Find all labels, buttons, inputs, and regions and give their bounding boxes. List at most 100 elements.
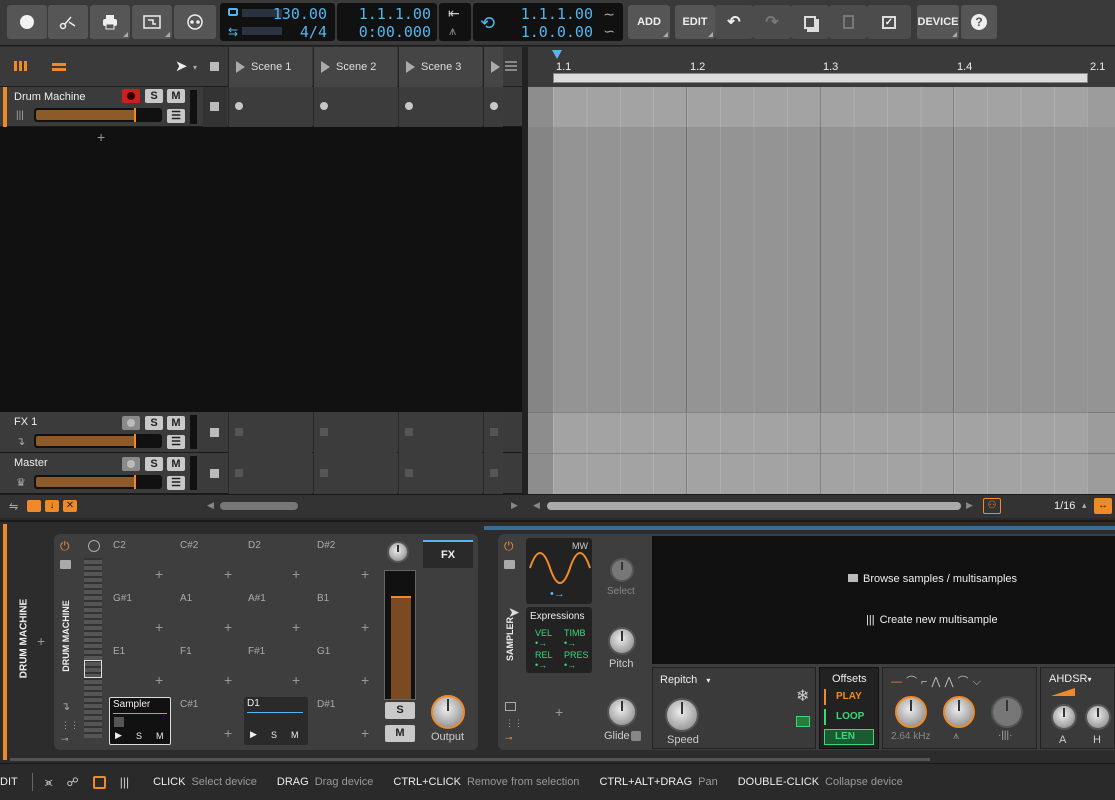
pad-g1[interactable]: G1	[317, 646, 330, 657]
ahdsr-dropdown[interactable]: AHDSR▾	[1049, 673, 1092, 685]
pad-cs1[interactable]: C#1	[180, 699, 198, 710]
layout-icon[interactable]: ⇋	[9, 500, 18, 513]
help-button[interactable]: ?	[961, 5, 997, 39]
power-icon[interactable]: ⏻	[60, 539, 70, 554]
pad-d2[interactable]: D2	[248, 540, 261, 551]
pad-mute[interactable]: M	[291, 730, 299, 740]
device-button[interactable]: DEVICE	[917, 5, 959, 39]
repitch-panel[interactable]: Repitch ▾ Speed ❄	[652, 667, 816, 749]
power-icon[interactable]: ⏻	[504, 539, 514, 554]
scene-1[interactable]: Scene 1	[228, 47, 312, 87]
filter-panel[interactable]: —⌒⌐⋀⋀⌒⌵ 2.64 kHz ⩚ ·|||·	[882, 667, 1037, 749]
volume-fader[interactable]	[34, 108, 162, 122]
lfo-panel[interactable]: MW •→	[526, 538, 592, 604]
stop-button[interactable]	[210, 469, 219, 478]
copy-button[interactable]	[791, 5, 829, 39]
list-view-icon[interactable]	[52, 61, 66, 71]
resonance-knob[interactable]	[943, 696, 975, 728]
pad-mute[interactable]: M	[156, 731, 164, 741]
mute-button[interactable]: M	[167, 416, 185, 430]
record-arm-button[interactable]	[122, 457, 140, 471]
track-drum-machine[interactable]: Drum Machine ||| S M ☰	[0, 87, 522, 127]
tempo-value[interactable]: 130.00	[273, 5, 327, 23]
clip-slot[interactable]	[313, 412, 397, 453]
clip-launcher-overdub-button[interactable]	[132, 5, 172, 39]
window-icon[interactable]	[505, 702, 516, 711]
loop-start[interactable]: 1.1.1.00	[521, 5, 593, 23]
scene-4[interactable]	[483, 47, 503, 87]
clip-slot[interactable]	[483, 87, 503, 127]
pad-c2[interactable]: C2	[113, 540, 126, 551]
horizontal-scrollbar[interactable]	[220, 502, 298, 510]
pointer-tool-icon[interactable]: ➤	[175, 57, 188, 75]
zoom-fit-icon[interactable]: ↔	[1094, 498, 1112, 514]
glide-knob[interactable]	[607, 697, 637, 727]
mute-button[interactable]: M	[167, 457, 185, 471]
track-master[interactable]: Master ♛ S M ☰	[0, 453, 522, 494]
play-icon[interactable]: ▶	[115, 730, 122, 741]
link-icon[interactable]: ☍	[67, 775, 79, 789]
add-pad-icon[interactable]: +	[292, 672, 300, 688]
timb-label[interactable]: TIMB	[564, 628, 586, 638]
sample-drop-area[interactable]: Browse samples / multisamples ||| Create …	[652, 536, 1115, 664]
pres-label[interactable]: PRES	[564, 650, 589, 660]
punch-button[interactable]	[174, 5, 216, 39]
pad-cs2[interactable]: C#2	[180, 540, 198, 551]
modulation-arrow-icon[interactable]: •→	[550, 588, 565, 600]
clip-slot[interactable]	[228, 87, 312, 127]
close-icon[interactable]: ✕	[63, 500, 77, 512]
scroll-right-icon[interactable]: ▶	[966, 500, 973, 511]
pad-solo[interactable]: S	[271, 730, 277, 740]
add-pad-icon[interactable]: +	[292, 566, 300, 582]
drum-solo-button[interactable]: S	[385, 702, 415, 719]
record-arm-button[interactable]	[122, 416, 140, 430]
play-icon[interactable]	[236, 61, 245, 73]
repitch-dropdown[interactable]: Repitch ▾	[660, 674, 710, 686]
loop-offset-button[interactable]: LOOP	[824, 709, 874, 725]
playhead-marker[interactable]	[552, 50, 562, 59]
list-menu-icon[interactable]	[505, 61, 517, 71]
len-offset-button[interactable]: LEN	[824, 729, 874, 745]
loop-length[interactable]: 1.0.0.00	[521, 23, 593, 41]
redo-button[interactable]: ↷	[753, 5, 791, 39]
snap-icon[interactable]: ⚇	[983, 498, 1001, 514]
pad-ds2[interactable]: D#2	[317, 540, 335, 551]
pad-d1[interactable]: D1 ▶ S M	[244, 697, 308, 745]
scroll-left-icon[interactable]: ◀	[533, 500, 540, 511]
pad-e1[interactable]: E1	[113, 646, 125, 657]
pad-keyboard[interactable]	[84, 558, 102, 738]
scene-2[interactable]: Scene 2	[313, 47, 397, 87]
add-pad-icon[interactable]: +	[224, 619, 232, 635]
clip-slot[interactable]	[398, 412, 482, 453]
mute-button[interactable]: M	[167, 89, 185, 103]
record-arm-button[interactable]	[122, 89, 140, 103]
pad-b1[interactable]: B1	[317, 593, 329, 604]
track-name[interactable]: Master	[14, 457, 48, 469]
undo-button[interactable]: ↶	[715, 5, 753, 39]
pad-ds1[interactable]: D#1	[317, 699, 335, 710]
add-pad-icon[interactable]: +	[292, 619, 300, 635]
play-icon[interactable]	[321, 61, 330, 73]
drum-machine-device[interactable]: ⏻ DRUM MACHINE ↴ ⋮⋮ ⊸ C2 C#2 D2 D#2 + + …	[54, 534, 478, 750]
volume-knob[interactable]	[387, 541, 409, 563]
speed-knob[interactable]	[665, 698, 699, 732]
position-time[interactable]: 0:00.000	[359, 23, 431, 41]
clip-slot[interactable]	[483, 453, 503, 494]
folder-icon[interactable]	[60, 560, 71, 569]
pad-as1[interactable]: A#1	[248, 593, 266, 604]
arrow-back-icon[interactable]: ⇤	[448, 5, 460, 22]
loop-icon[interactable]: ⟲	[480, 13, 495, 34]
add-pad-icon[interactable]: +	[155, 672, 163, 688]
create-multisample-link[interactable]: ||| Create new multisample	[866, 614, 998, 626]
pad-f1[interactable]: F1	[180, 646, 192, 657]
status-mode[interactable]: DIT	[0, 776, 18, 788]
drum-mute-button[interactable]: M	[385, 725, 415, 742]
clip-slot[interactable]	[398, 87, 482, 127]
play-offset-button[interactable]: PLAY	[824, 689, 874, 705]
chip-icon[interactable]	[796, 716, 810, 727]
filter-env-knob[interactable]	[991, 696, 1023, 728]
offsets-panel[interactable]: Offsets PLAY LOOP LEN	[819, 667, 879, 749]
browse-samples-link[interactable]: Browse samples / multisamples	[848, 573, 1017, 585]
freeze-icon[interactable]: ❄	[796, 686, 809, 706]
solo-button[interactable]: S	[145, 457, 163, 471]
